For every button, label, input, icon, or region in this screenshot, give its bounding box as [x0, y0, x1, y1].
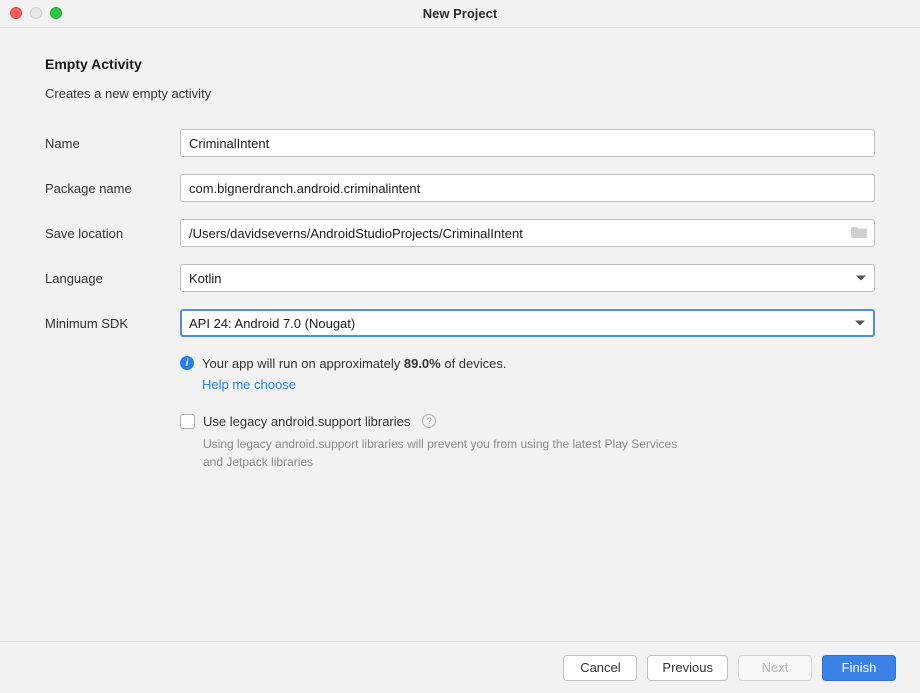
- minimum-sdk-select[interactable]: API 24: Android 7.0 (Nougat): [180, 309, 875, 337]
- save-location-input[interactable]: [180, 219, 875, 247]
- legacy-libraries-row: Use legacy android.support libraries ?: [180, 414, 875, 429]
- close-window-button[interactable]: [10, 7, 22, 19]
- row-package: Package name: [45, 174, 875, 202]
- chevron-down-icon: [856, 276, 866, 281]
- row-language: Language Kotlin: [45, 264, 875, 292]
- cancel-button[interactable]: Cancel: [563, 655, 637, 681]
- window-controls: [10, 7, 62, 19]
- sdk-info-text: Your app will run on approximately 89.0%…: [202, 354, 507, 396]
- main-content: Empty Activity Creates a new empty activ…: [0, 28, 920, 471]
- previous-button[interactable]: Previous: [647, 655, 728, 681]
- row-minimum-sdk: Minimum SDK API 24: Android 7.0 (Nougat): [45, 309, 875, 337]
- window-title: New Project: [423, 6, 497, 21]
- row-save-location: Save location: [45, 219, 875, 247]
- label-name: Name: [45, 136, 180, 151]
- section-heading: Empty Activity: [45, 56, 875, 72]
- label-minimum-sdk: Minimum SDK: [45, 316, 180, 331]
- minimum-sdk-value: API 24: Android 7.0 (Nougat): [189, 316, 355, 331]
- name-input[interactable]: [180, 129, 875, 157]
- titlebar: New Project: [0, 0, 920, 28]
- finish-button[interactable]: Finish: [822, 655, 896, 681]
- legacy-libraries-description: Using legacy android.support libraries w…: [203, 435, 683, 471]
- sdk-info: i Your app will run on approximately 89.…: [180, 354, 875, 396]
- section-description: Creates a new empty activity: [45, 86, 875, 101]
- info-icon: i: [180, 356, 194, 370]
- next-button: Next: [738, 655, 812, 681]
- footer: Cancel Previous Next Finish: [0, 641, 920, 693]
- label-save-location: Save location: [45, 226, 180, 241]
- label-package: Package name: [45, 181, 180, 196]
- help-icon[interactable]: ?: [422, 414, 436, 428]
- language-select[interactable]: Kotlin: [180, 264, 875, 292]
- language-select-value: Kotlin: [189, 271, 222, 286]
- label-language: Language: [45, 271, 180, 286]
- package-name-input[interactable]: [180, 174, 875, 202]
- legacy-libraries-label: Use legacy android.support libraries: [203, 414, 410, 429]
- chevron-down-icon: [855, 321, 865, 326]
- minimize-window-button[interactable]: [30, 7, 42, 19]
- maximize-window-button[interactable]: [50, 7, 62, 19]
- legacy-libraries-checkbox[interactable]: [180, 414, 195, 429]
- browse-folder-icon[interactable]: [851, 225, 867, 241]
- row-name: Name: [45, 129, 875, 157]
- help-me-choose-link[interactable]: Help me choose: [202, 377, 296, 392]
